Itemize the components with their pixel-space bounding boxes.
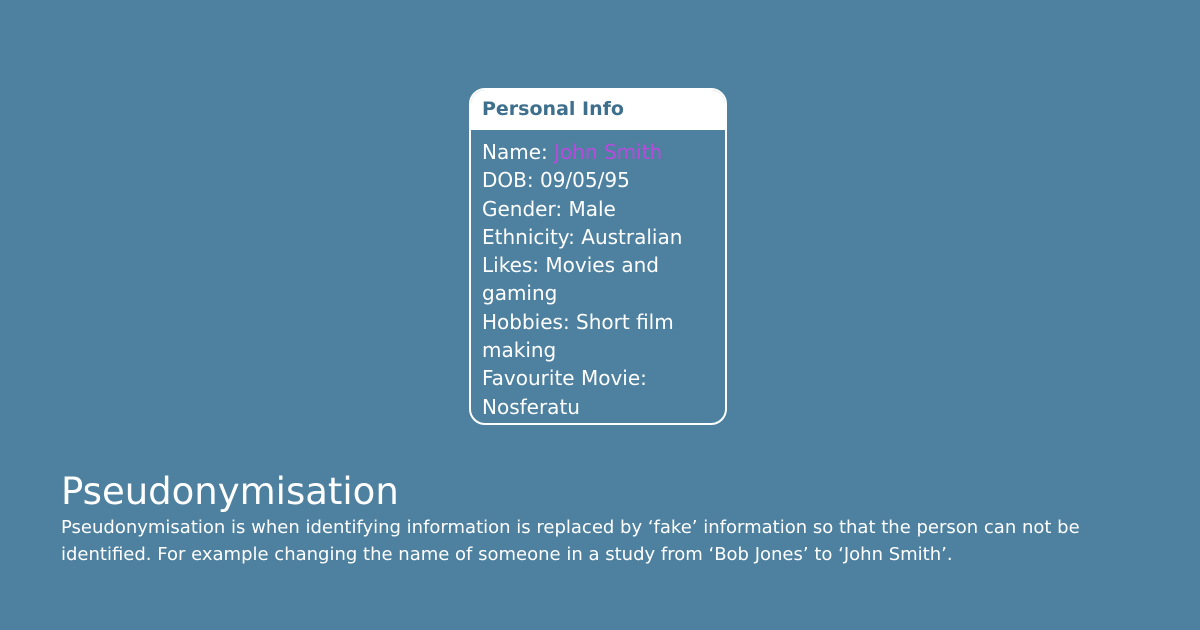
personal-info-card: Personal Info Name: John Smith DOB: 09/0…	[469, 88, 727, 425]
favourite-movie-value: Nosferatu	[482, 394, 580, 419]
hobbies-continued-value: making	[482, 338, 557, 363]
dob-row: DOB: 09/05/95	[482, 166, 715, 194]
gender-value: Male	[568, 196, 616, 221]
dob-value: 09/05/95	[539, 168, 630, 193]
section-title: Pseudonymisation	[61, 470, 399, 513]
hobbies-label: Hobbies:	[482, 309, 577, 334]
gender-label: Gender:	[482, 196, 569, 221]
ethnicity-label: Ethnicity:	[482, 224, 582, 249]
card-body: Name: John Smith DOB: 09/05/95 Gender: M…	[471, 130, 725, 421]
name-label: Name:	[482, 140, 555, 164]
section-description: Pseudonymisation is when identifying inf…	[61, 517, 1080, 565]
ethnicity-value: Australian	[581, 224, 683, 249]
card-title: Personal Info	[482, 98, 624, 120]
name-row: Name: John Smith	[482, 138, 715, 166]
likes-continued-value: gaming	[482, 281, 558, 306]
card-header: Personal Info	[471, 90, 725, 130]
likes-value: Movies and	[545, 253, 659, 278]
page-root: { "colors": { "background": "#4e819f", "…	[0, 0, 1200, 630]
favourite-movie-label: Favourite Movie:	[482, 366, 647, 391]
name-value: John Smith	[554, 140, 663, 164]
ethnicity-row: Ethnicity: Australian	[482, 223, 715, 251]
likes-row: Likes: Movies and	[482, 251, 715, 279]
favourite-movie-value-row: Nosferatu	[482, 393, 715, 421]
hobbies-continued-row: making	[482, 336, 715, 364]
likes-label: Likes:	[482, 253, 546, 278]
favourite-movie-row: Favourite Movie:	[482, 364, 715, 392]
hobbies-row: Hobbies: Short film	[482, 308, 715, 336]
dob-label: DOB:	[482, 168, 540, 193]
hobbies-value: Short film	[576, 309, 674, 334]
likes-continued-row: gaming	[482, 279, 715, 307]
gender-row: Gender: Male	[482, 195, 715, 223]
